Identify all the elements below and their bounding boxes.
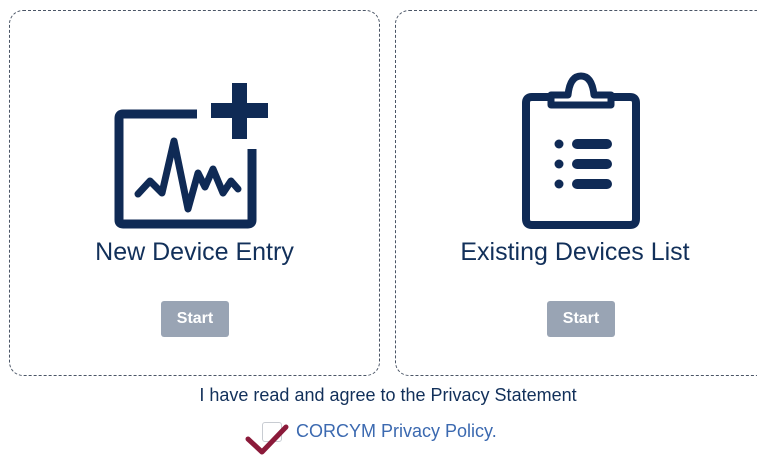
privacy-policy-link[interactable]: CORCYM Privacy Policy. bbox=[296, 421, 497, 442]
monitor-waveform-plus-icon bbox=[114, 83, 268, 229]
new-device-start-button[interactable]: Start bbox=[161, 301, 229, 337]
existing-devices-list-card[interactable]: Existing Devices List Start bbox=[395, 10, 757, 376]
new-device-entry-title: New Device Entry bbox=[95, 238, 294, 266]
existing-devices-start-button[interactable]: Start bbox=[547, 301, 615, 337]
device-menu-page: New Device Entry Start Existing Devices … bbox=[0, 0, 757, 456]
privacy-agreement-text: I have read and agree to the Privacy Sta… bbox=[199, 385, 577, 405]
existing-devices-list-title: Existing Devices List bbox=[460, 238, 690, 266]
new-device-entry-card[interactable]: New Device Entry Start bbox=[9, 10, 380, 376]
clipboard-list-icon bbox=[522, 72, 640, 229]
checkmark-icon bbox=[245, 424, 289, 455]
